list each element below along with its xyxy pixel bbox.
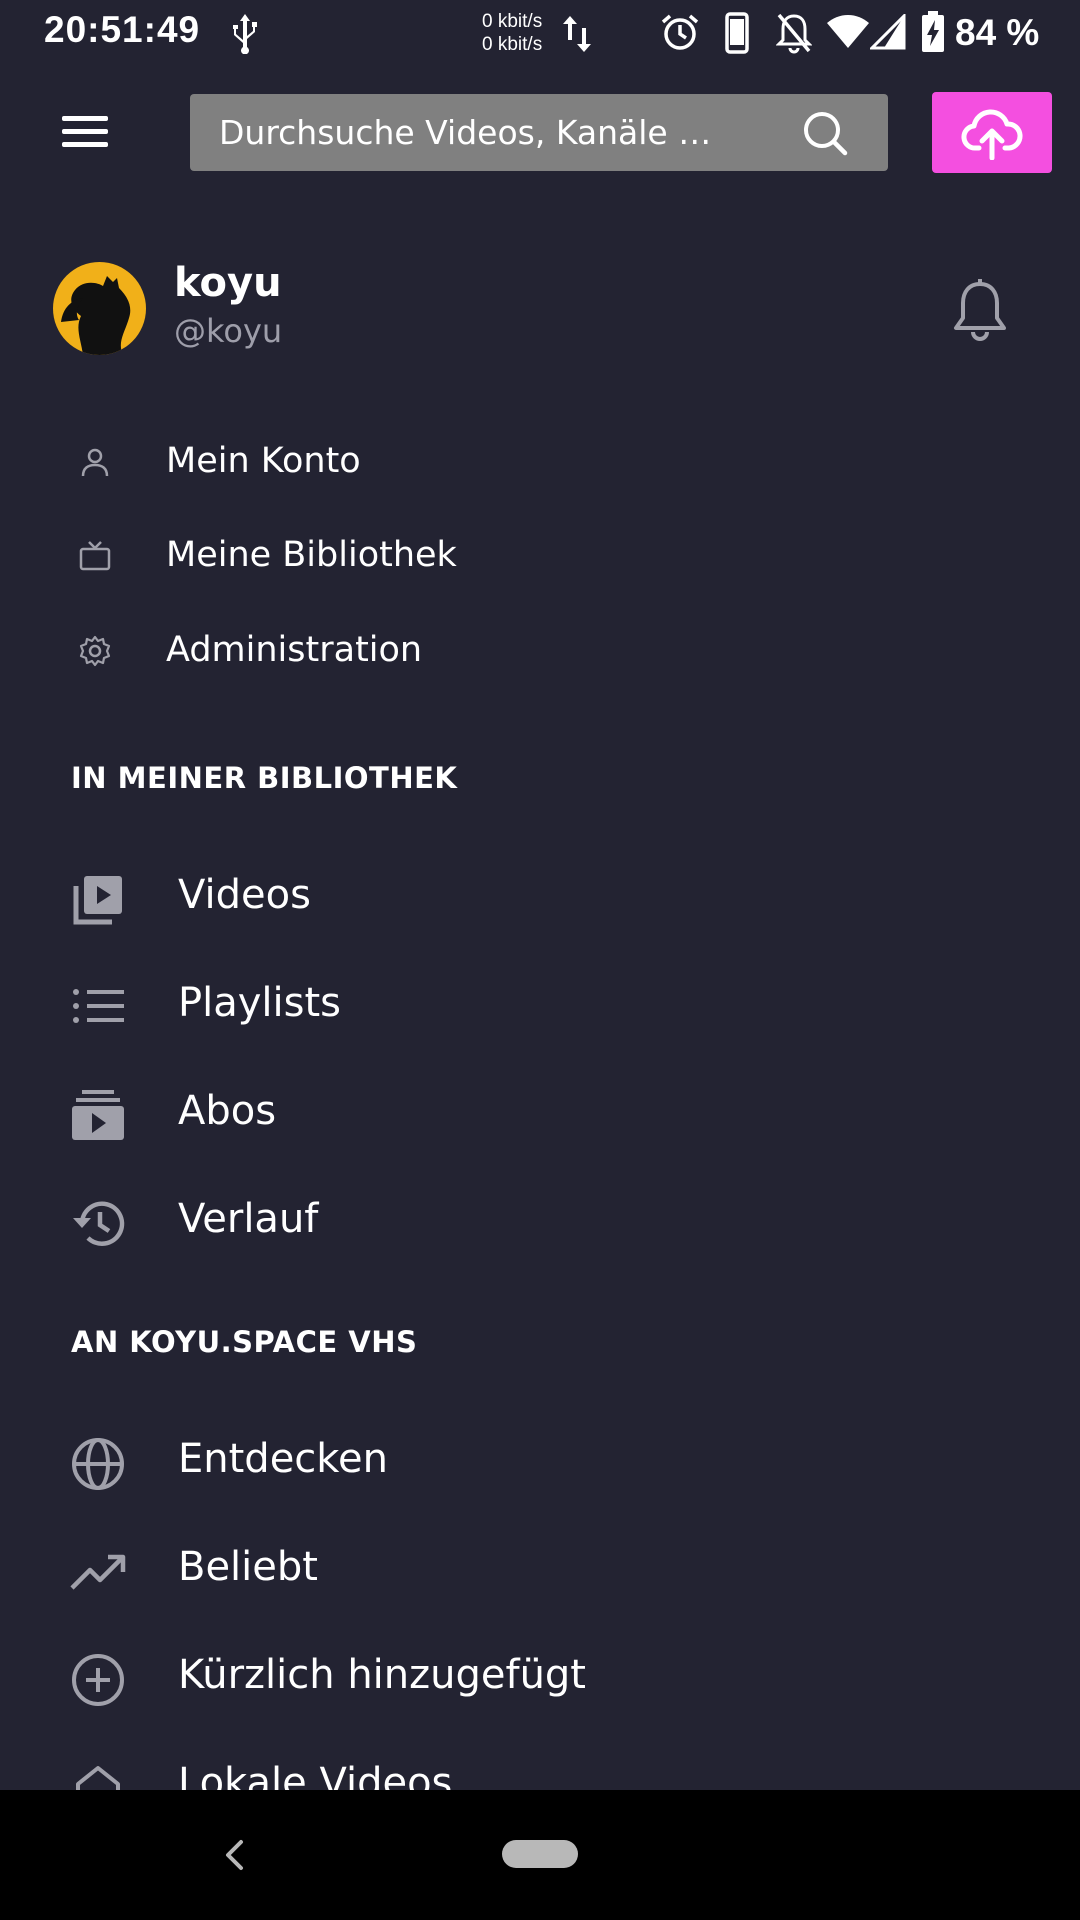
menu-button[interactable] — [55, 110, 115, 152]
user-handle: @koyu — [174, 312, 283, 350]
subscriptions-icon — [72, 1090, 124, 1140]
status-time: 20:51:49 — [44, 9, 201, 50]
menu-item-label: Entdecken — [178, 1436, 388, 1482]
search-icon[interactable] — [802, 110, 848, 156]
bell-off-icon — [776, 13, 812, 54]
menu-item-label: Mein Konto — [166, 441, 361, 481]
menu-item-administration[interactable]: Administration — [60, 616, 760, 686]
back-chevron-icon[interactable] — [215, 1830, 255, 1880]
menu-icon-bar — [62, 142, 108, 147]
net-download-speed: 0 kbit/s — [482, 34, 543, 55]
menu-icon-bar — [62, 129, 108, 134]
globe-icon — [72, 1438, 124, 1490]
avatar[interactable] — [53, 262, 146, 355]
data-transfer-icon — [563, 16, 591, 52]
video-library-icon — [73, 876, 122, 925]
battery-charging-icon — [922, 11, 944, 52]
history-icon — [73, 1201, 125, 1246]
search-input[interactable] — [190, 94, 770, 171]
menu-icon — [62, 116, 108, 121]
menu-item-label: Kürzlich hinzugefügt — [178, 1652, 586, 1698]
menu-item-label: Verlauf — [178, 1196, 319, 1242]
menu-item-verlauf[interactable]: Verlauf — [60, 1176, 960, 1266]
navigation-bar — [0, 1790, 1080, 1920]
menu-item-label: Beliebt — [178, 1544, 318, 1590]
section-header-instance: AN KOYU.SPACE VHS — [71, 1325, 418, 1359]
menu-item-label: Abos — [178, 1088, 277, 1134]
signal-icon — [870, 14, 906, 50]
menu-item-mein-konto[interactable]: Mein Konto — [60, 427, 760, 497]
search-box[interactable] — [190, 94, 888, 171]
net-upload-speed: 0 kbit/s — [482, 11, 543, 32]
menu-item-videos[interactable]: Videos — [60, 852, 960, 942]
gear-icon — [79, 635, 111, 667]
wifi-icon — [827, 15, 869, 48]
plus-circle-icon — [72, 1654, 124, 1706]
battery-percentage: 84 % — [955, 12, 1040, 53]
trending-icon — [70, 1554, 126, 1590]
alarm-icon — [661, 14, 699, 50]
tv-icon — [79, 541, 111, 571]
menu-item-abos[interactable]: Abos — [60, 1068, 960, 1158]
usb-icon — [233, 14, 257, 54]
avatar-image — [61, 276, 131, 355]
menu-item-label: Administration — [166, 630, 423, 670]
user-name: koyu — [174, 260, 282, 306]
menu-item-label: Meine Bibliothek — [166, 535, 457, 575]
user-icon — [81, 448, 109, 477]
menu-item-label: Playlists — [178, 980, 342, 1026]
upload-button[interactable] — [932, 92, 1052, 173]
upload-cloud-icon — [961, 109, 1023, 160]
list-icon — [73, 989, 124, 1023]
menu-item-kuerzlich-hinzugefuegt[interactable]: Kürzlich hinzugefügt — [60, 1632, 960, 1722]
section-header-library: IN MEINER BIBLIOTHEK — [71, 761, 458, 795]
status-bar: 20:51:49 0 kbit/s 0 kbit/s 84 % — [0, 0, 1080, 66]
menu-item-playlists[interactable]: Playlists — [60, 960, 960, 1050]
menu-item-label: Videos — [178, 872, 311, 918]
network-speed: 0 kbit/s 0 kbit/s — [482, 10, 542, 56]
menu-item-beliebt[interactable]: Beliebt — [60, 1524, 960, 1614]
phone-icon — [725, 12, 749, 54]
menu-item-meine-bibliothek[interactable]: Meine Bibliothek — [60, 521, 760, 591]
menu-item-entdecken[interactable]: Entdecken — [60, 1416, 960, 1506]
home-button[interactable] — [502, 1840, 578, 1868]
notifications-bell-icon[interactable] — [950, 278, 1010, 342]
